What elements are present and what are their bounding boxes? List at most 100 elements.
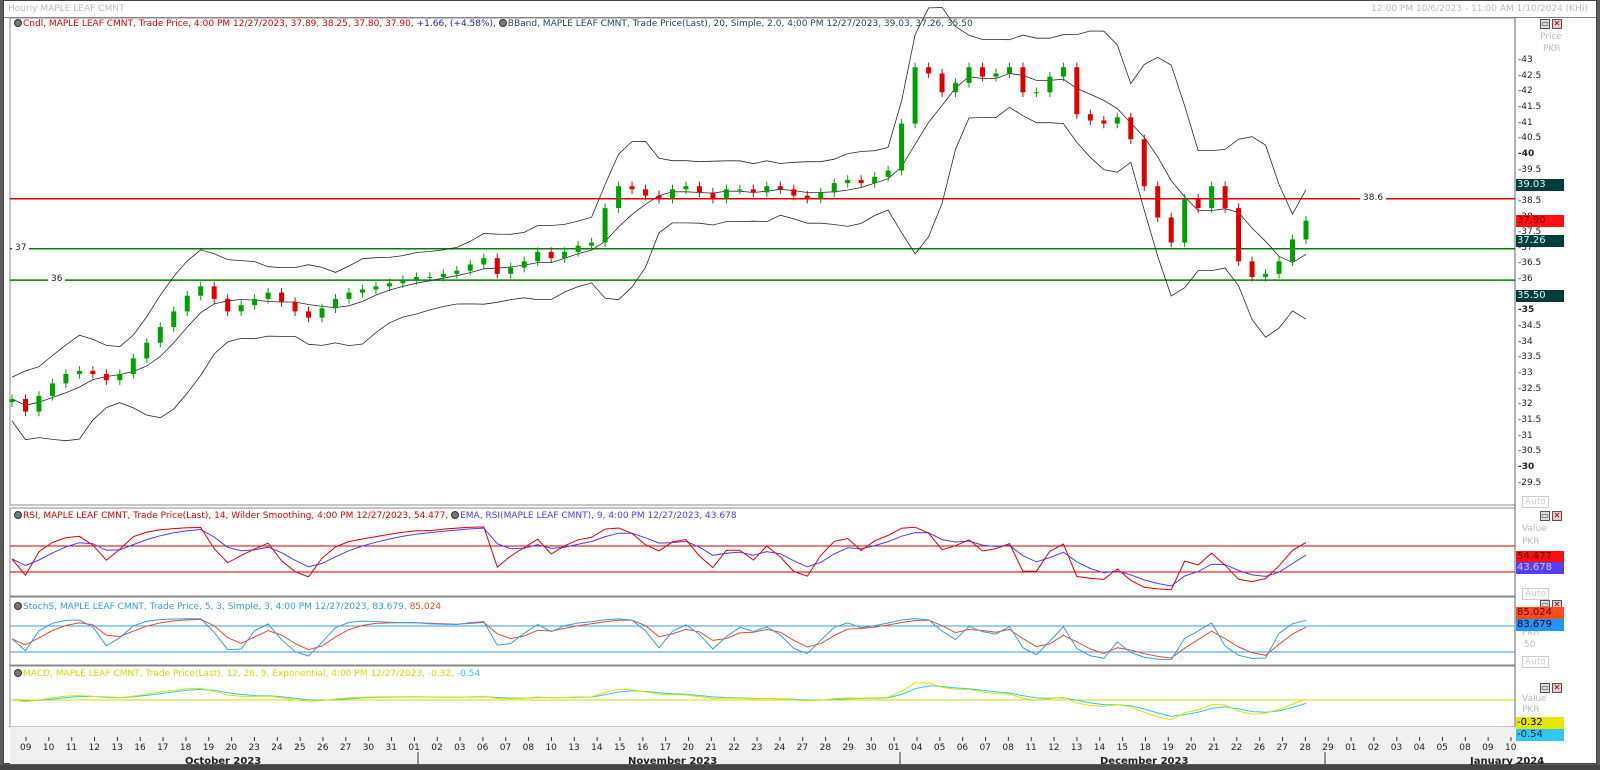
candle-body (359, 289, 365, 293)
candle-body (926, 67, 932, 74)
maximize-panel-button[interactable]: ▭ (1540, 511, 1550, 521)
candle-body (723, 189, 729, 199)
candle-body (1155, 186, 1161, 218)
candle-body (494, 258, 500, 274)
hline-label: 38.6 (1360, 192, 1387, 203)
candle-body (710, 192, 716, 199)
price-tick-label: -40 (1518, 148, 1535, 159)
clock-icon (498, 19, 507, 27)
time-tick-label: 14 (591, 743, 603, 753)
candle-body (1128, 117, 1134, 140)
price-tick-label: -33.5 (1518, 352, 1542, 363)
stoch-auto-button[interactable]: Auto (1522, 656, 1549, 668)
value-badge: 37.26 (1516, 234, 1564, 247)
close-panel-button[interactable]: ✕ (1552, 19, 1562, 29)
time-tick-label: 11 (65, 743, 78, 753)
candle-body (1168, 217, 1174, 243)
candle-body (144, 342, 150, 359)
time-tick-label: 01 (888, 743, 900, 753)
candle-legend: Cndl, MAPLE LEAF CMNT, Trade Price, 4:00… (14, 19, 973, 30)
candle-body (1209, 186, 1215, 209)
candle-body (413, 276, 419, 281)
time-tick-label: 22 (728, 743, 740, 753)
close-panel-button[interactable]: ✕ (1552, 511, 1562, 521)
time-tick-label: 09 (1482, 743, 1494, 753)
chart-canvas[interactable] (0, 0, 1600, 770)
candle-body (225, 298, 231, 312)
time-tick-label: 31 (385, 743, 397, 753)
candle-body (548, 251, 554, 259)
clock-icon (14, 669, 22, 677)
candle-body (602, 208, 608, 243)
candle-body (1006, 67, 1012, 74)
price-tick-label: -31.5 (1518, 414, 1542, 425)
clock-icon (451, 511, 460, 519)
candle-body (872, 176, 878, 184)
time-tick-label: 27 (339, 743, 352, 753)
price-tick-label: -30.5 (1518, 446, 1542, 457)
candle-body (252, 298, 258, 306)
candle-body (22, 399, 28, 412)
candle-body (1182, 198, 1188, 243)
macd-axis-unit: PKR (1522, 705, 1540, 715)
candle-body (818, 192, 824, 199)
price-tick-label: -36.5 (1518, 258, 1542, 269)
price-tick-label: -40.5 (1518, 133, 1542, 144)
value-badge: 37.90 (1516, 214, 1564, 227)
time-tick-label: 19 (1162, 743, 1174, 753)
candle-body (346, 292, 352, 299)
candle-body (427, 276, 433, 278)
time-tick-label: 12 (88, 743, 100, 753)
time-tick-label: 14 (1093, 743, 1106, 753)
time-tick-label: 20 (682, 743, 694, 753)
price-tick-label: -41.5 (1518, 101, 1542, 112)
ema-legend-text: EMA, RSI(MAPLE LEAF CMNT), 9, 4:00 PM 12… (460, 511, 737, 521)
clock-icon (14, 511, 22, 519)
candle-body (400, 280, 406, 284)
candle-body (1290, 239, 1296, 262)
candle-body (265, 292, 271, 299)
candle-body (90, 370, 96, 374)
maximize-panel-button[interactable]: ▭ (1540, 19, 1550, 29)
candle-legend-text: Cndl, MAPLE LEAF CMNT, Trade Price, 4:00… (23, 19, 414, 29)
time-tick-label: 30 (865, 743, 877, 753)
candle-body (750, 189, 756, 193)
price-tick-label: -35 (1518, 305, 1535, 316)
time-tick-label: 13 (1070, 743, 1083, 753)
value-badge: -0.32 (1516, 717, 1564, 729)
rsi-axis-unit: PKR (1522, 537, 1540, 547)
price-auto-button[interactable]: Auto (1522, 496, 1549, 508)
macd-line (11, 682, 1307, 721)
candle-body (791, 189, 797, 196)
candle-body (36, 395, 42, 412)
time-tick-label: 08 (1459, 743, 1471, 753)
time-tick-label: 20 (1185, 743, 1197, 753)
candle-body (535, 251, 541, 262)
maximize-panel-button[interactable]: ▭ (1540, 683, 1550, 693)
price-tick-label: -33 (1518, 368, 1533, 378)
time-tick-label: 11 (1025, 743, 1037, 753)
candle-body (764, 186, 770, 193)
time-tick-label: 13 (568, 743, 580, 753)
time-tick-label: 15 (1116, 743, 1129, 753)
macd-axis-title: Value (1522, 694, 1547, 704)
value-badge: 83.679 (1516, 619, 1564, 631)
rsi-auto-button[interactable]: Auto (1522, 588, 1549, 600)
time-tick-label: 08 (1002, 743, 1014, 753)
close-panel-button[interactable]: ✕ (1552, 683, 1562, 693)
candle-body (1195, 198, 1201, 209)
time-tick-label: 27 (1276, 743, 1288, 753)
time-tick-label: 18 (1139, 743, 1151, 753)
candle-body (858, 179, 864, 184)
candle-body (184, 295, 190, 312)
time-tick-label: 17 (157, 743, 169, 753)
time-tick-label: 06 (476, 743, 489, 753)
time-tick-label: 30 (362, 743, 375, 753)
candle-body (777, 186, 783, 190)
time-tick-label: 22 (1230, 743, 1243, 753)
time-tick-label: 05 (933, 743, 946, 753)
candle-body (130, 358, 136, 374)
candle-body (953, 82, 959, 93)
candle-body (333, 298, 338, 309)
candle-body (440, 273, 446, 277)
